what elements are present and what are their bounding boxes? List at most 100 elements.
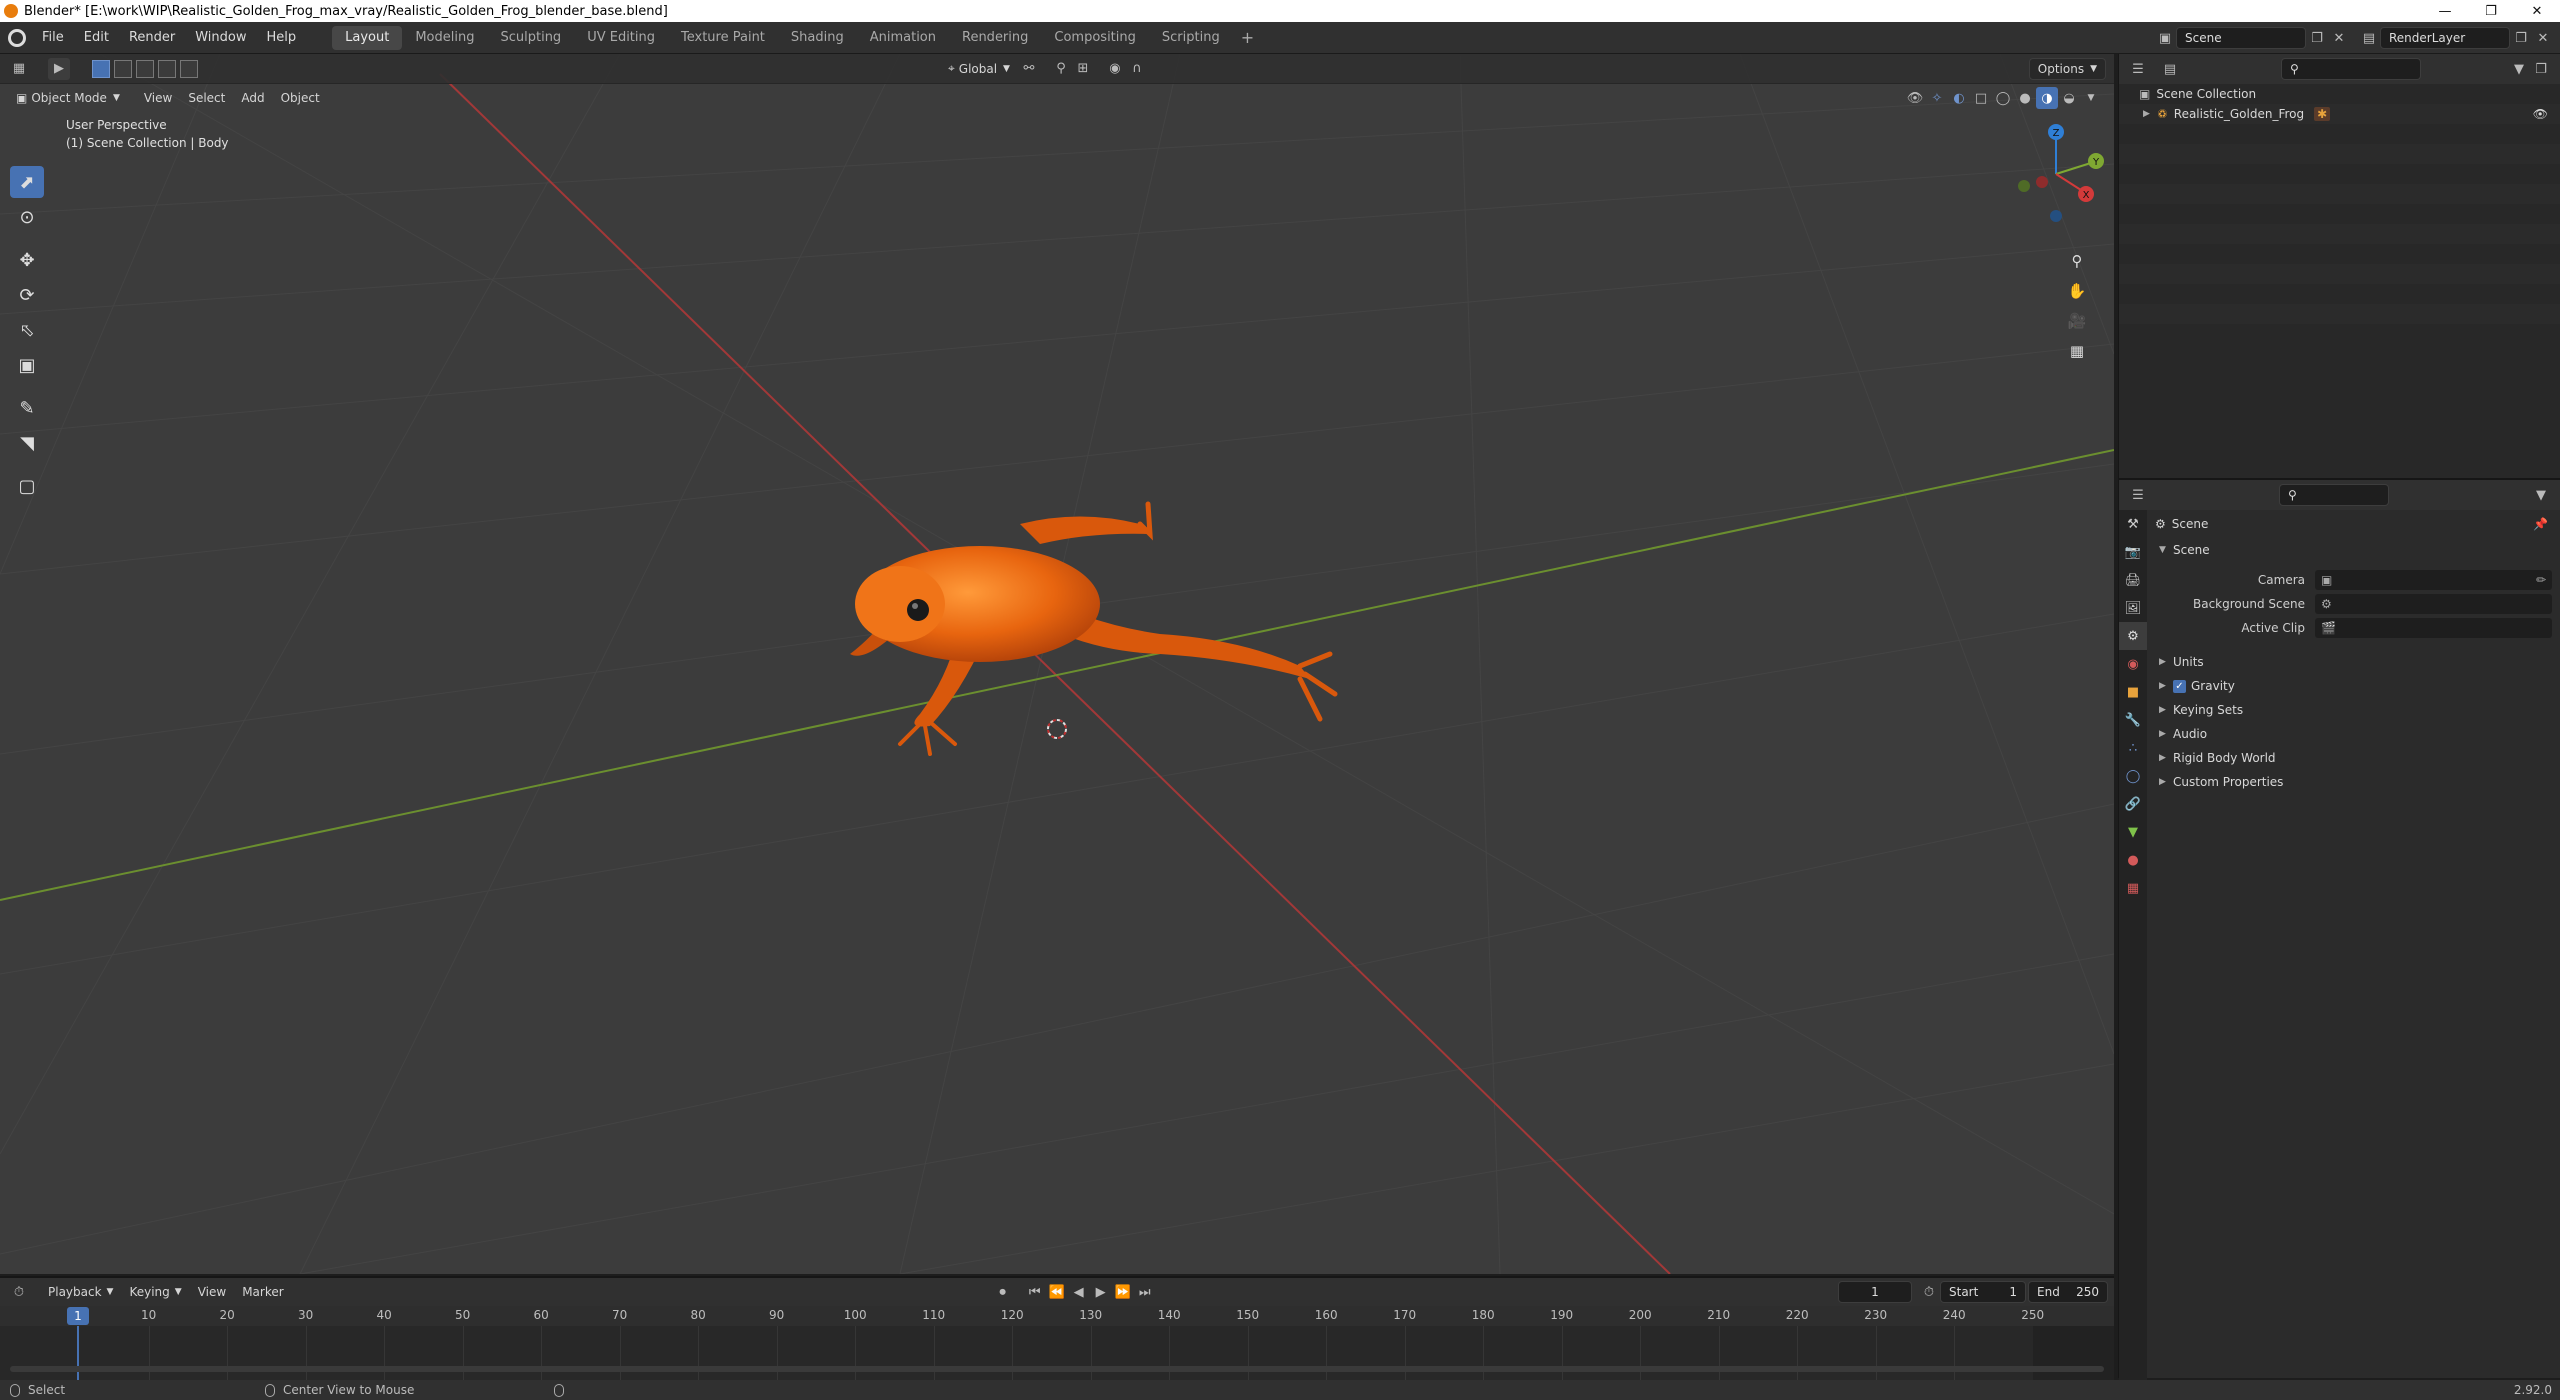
texture-tab-icon[interactable]: ▦ xyxy=(2119,874,2147,902)
record-icon[interactable]: ⏺ xyxy=(992,1281,1014,1303)
camera-view-icon[interactable]: 🎥 xyxy=(2062,306,2092,336)
timeline-editor-type-icon[interactable]: ⏱ xyxy=(8,1281,30,1303)
outliner-search-input[interactable]: ⚲ xyxy=(2281,58,2421,80)
scale-tool-icon[interactable]: ⬁ xyxy=(10,314,44,346)
new-view-layer-icon[interactable]: ❐ xyxy=(2510,27,2532,49)
blender-logo-icon[interactable] xyxy=(8,28,26,47)
view-layer-field[interactable]: RenderLayer xyxy=(2380,27,2510,49)
menu-help[interactable]: Help xyxy=(257,22,307,54)
marker-menu[interactable]: Marker xyxy=(234,1281,291,1303)
tab-layout[interactable]: Layout xyxy=(332,25,403,50)
falloff-icon[interactable]: ∩ xyxy=(1126,58,1148,80)
object-mode-dropdown[interactable]: ▣ Object Mode ▼ xyxy=(8,87,128,109)
options-button[interactable]: Options ▼ xyxy=(2028,57,2106,80)
select-extend-icon[interactable] xyxy=(114,59,132,78)
start-frame-field[interactable]: Start 1 xyxy=(1940,1281,2026,1303)
preview-range-icon[interactable]: ⏱ xyxy=(1918,1281,1940,1303)
view-layer-tab-icon[interactable]: 🖼 xyxy=(2119,594,2147,622)
tab-scripting[interactable]: Scripting xyxy=(1149,26,1233,50)
menu-view[interactable]: View xyxy=(136,87,180,109)
transform-tool-icon[interactable]: ▣ xyxy=(10,349,44,381)
end-frame-field[interactable]: End 250 xyxy=(2028,1281,2108,1303)
physics-tab-icon[interactable]: ◯ xyxy=(2119,762,2147,790)
menu-file[interactable]: File xyxy=(32,22,74,54)
play-icon[interactable]: ▶ xyxy=(1090,1281,1112,1303)
tab-uv-editing[interactable]: UV Editing xyxy=(574,26,668,50)
next-keyframe-icon[interactable]: ⏩ xyxy=(1112,1281,1134,1303)
constraints-tab-icon[interactable]: 🔗 xyxy=(2119,790,2147,818)
play-reverse-icon[interactable]: ◀ xyxy=(1068,1281,1090,1303)
modifier-tab-icon[interactable]: 🔧 xyxy=(2119,706,2147,734)
particles-tab-icon[interactable]: ∴ xyxy=(2119,734,2147,762)
pan-hand-icon[interactable]: ✋ xyxy=(2062,276,2092,306)
menu-select[interactable]: Select xyxy=(180,87,233,109)
zoom-icon[interactable]: ⚲ xyxy=(2062,246,2092,276)
gravity-checkbox[interactable]: ✓ xyxy=(2173,679,2186,693)
timeline-scrollbar[interactable] xyxy=(10,1366,2104,1372)
menu-edit[interactable]: Edit xyxy=(74,22,119,54)
close-icon[interactable]: ✕ xyxy=(2514,0,2560,22)
rotate-tool-icon[interactable]: ⟳ xyxy=(10,279,44,311)
properties-options-icon[interactable]: ▼ xyxy=(2530,484,2552,506)
menu-add[interactable]: Add xyxy=(233,87,272,109)
add-workspace-icon[interactable]: + xyxy=(1233,28,1262,47)
timeline-ruler[interactable]: 10 20 30 40 50 60 70 80 90 100 110 120 130 140 150 160 1… xyxy=(0,1306,2114,1382)
scene-panel-header[interactable]: ▼ Scene xyxy=(2151,538,2560,562)
move-tool-icon[interactable]: ✥ xyxy=(10,244,44,276)
menu-render[interactable]: Render xyxy=(119,22,185,54)
measure-tool-icon[interactable]: ◥ xyxy=(10,427,44,459)
axis-gizmo[interactable]: Z Y X xyxy=(2004,112,2114,222)
restore-icon[interactable]: ❐ xyxy=(2468,0,2514,22)
audio-panel-header[interactable]: ▶ Audio xyxy=(2151,722,2560,746)
minimize-icon[interactable]: — xyxy=(2422,0,2468,22)
units-panel-header[interactable]: ▶ Units xyxy=(2151,650,2560,674)
playhead[interactable]: 1 xyxy=(67,1307,89,1325)
pin-icon[interactable]: 📌 xyxy=(2533,517,2548,531)
gravity-panel-header[interactable]: ▶ ✓ Gravity xyxy=(2151,674,2560,698)
overlay-toggle-icon[interactable]: ◐ xyxy=(1948,87,1970,109)
current-frame-field[interactable]: 1 xyxy=(1838,1281,1912,1303)
world-tab-icon[interactable]: ◉ xyxy=(2119,650,2147,678)
eye-visibility-icon[interactable]: 👁 xyxy=(2533,107,2548,121)
snap-icon[interactable]: ⚲ xyxy=(1050,58,1072,80)
view-layer-icon[interactable]: ▤ xyxy=(2358,27,2380,49)
render-tab-icon[interactable]: 📷 xyxy=(2119,538,2147,566)
shading-rendered-icon[interactable]: ◒ xyxy=(2058,87,2080,109)
annotate-tool-icon[interactable]: ✎ xyxy=(10,392,44,424)
outliner-row-frog[interactable]: ▶ ♽ Realistic_Golden_Frog ✱ 👁 xyxy=(2119,104,2560,124)
menu-object[interactable]: Object xyxy=(273,87,328,109)
properties-editor-type-icon[interactable]: ☰ xyxy=(2127,484,2149,506)
visibility-icon[interactable]: 👁 xyxy=(1904,87,1926,109)
playback-menu[interactable]: Playback ▼ xyxy=(40,1281,121,1303)
active-clip-field[interactable]: 🎬 xyxy=(2315,618,2552,638)
proportional-edit-icon[interactable]: ◉ xyxy=(1104,58,1126,80)
eyedropper-icon[interactable]: ✏ xyxy=(2536,573,2546,587)
tab-rendering[interactable]: Rendering xyxy=(949,26,1041,50)
jump-start-icon[interactable]: ⏮ xyxy=(1024,1281,1046,1303)
snap-target-icon[interactable]: ⊞ xyxy=(1072,58,1094,80)
tab-texture-paint[interactable]: Texture Paint xyxy=(668,26,778,50)
delete-view-layer-icon[interactable]: ✕ xyxy=(2532,27,2554,49)
material-tab-icon[interactable]: ● xyxy=(2119,846,2147,874)
tab-shading[interactable]: Shading xyxy=(778,26,857,50)
display-mode-icon[interactable]: ▤ xyxy=(2159,58,2181,80)
delete-scene-icon[interactable]: ✕ xyxy=(2328,27,2350,49)
scene-name-field[interactable]: Scene xyxy=(2176,27,2306,49)
jump-end-icon[interactable]: ⏭ xyxy=(1134,1281,1156,1303)
background-scene-field[interactable]: ⚙ xyxy=(2315,594,2552,614)
editor-type-icon[interactable]: ▦ xyxy=(8,58,30,80)
new-collection-icon[interactable]: ❐ xyxy=(2530,58,2552,80)
keying-menu[interactable]: Keying ▼ xyxy=(121,1281,189,1303)
object-tab-icon[interactable]: ■ xyxy=(2119,678,2147,706)
tab-sculpting[interactable]: Sculpting xyxy=(487,26,574,50)
navigation-gizmo[interactable]: Z Y X ⚲ ✋ 🎥 ▦ xyxy=(2004,112,2114,372)
pivot-point-icon[interactable]: ⚯ xyxy=(1018,58,1040,80)
add-cube-tool-icon[interactable]: ▢ xyxy=(10,470,44,502)
prev-keyframe-icon[interactable]: ⏪ xyxy=(1046,1281,1068,1303)
select-box-tool-icon[interactable]: ⬈ xyxy=(10,166,44,198)
outliner-row-scene-collection[interactable]: ▣ Scene Collection xyxy=(2119,84,2560,104)
tab-modeling[interactable]: Modeling xyxy=(402,26,487,50)
rigid-body-world-panel-header[interactable]: ▶ Rigid Body World xyxy=(2151,746,2560,770)
select-new-icon[interactable] xyxy=(92,59,110,78)
filter-icon[interactable]: ▼ xyxy=(2508,58,2530,80)
